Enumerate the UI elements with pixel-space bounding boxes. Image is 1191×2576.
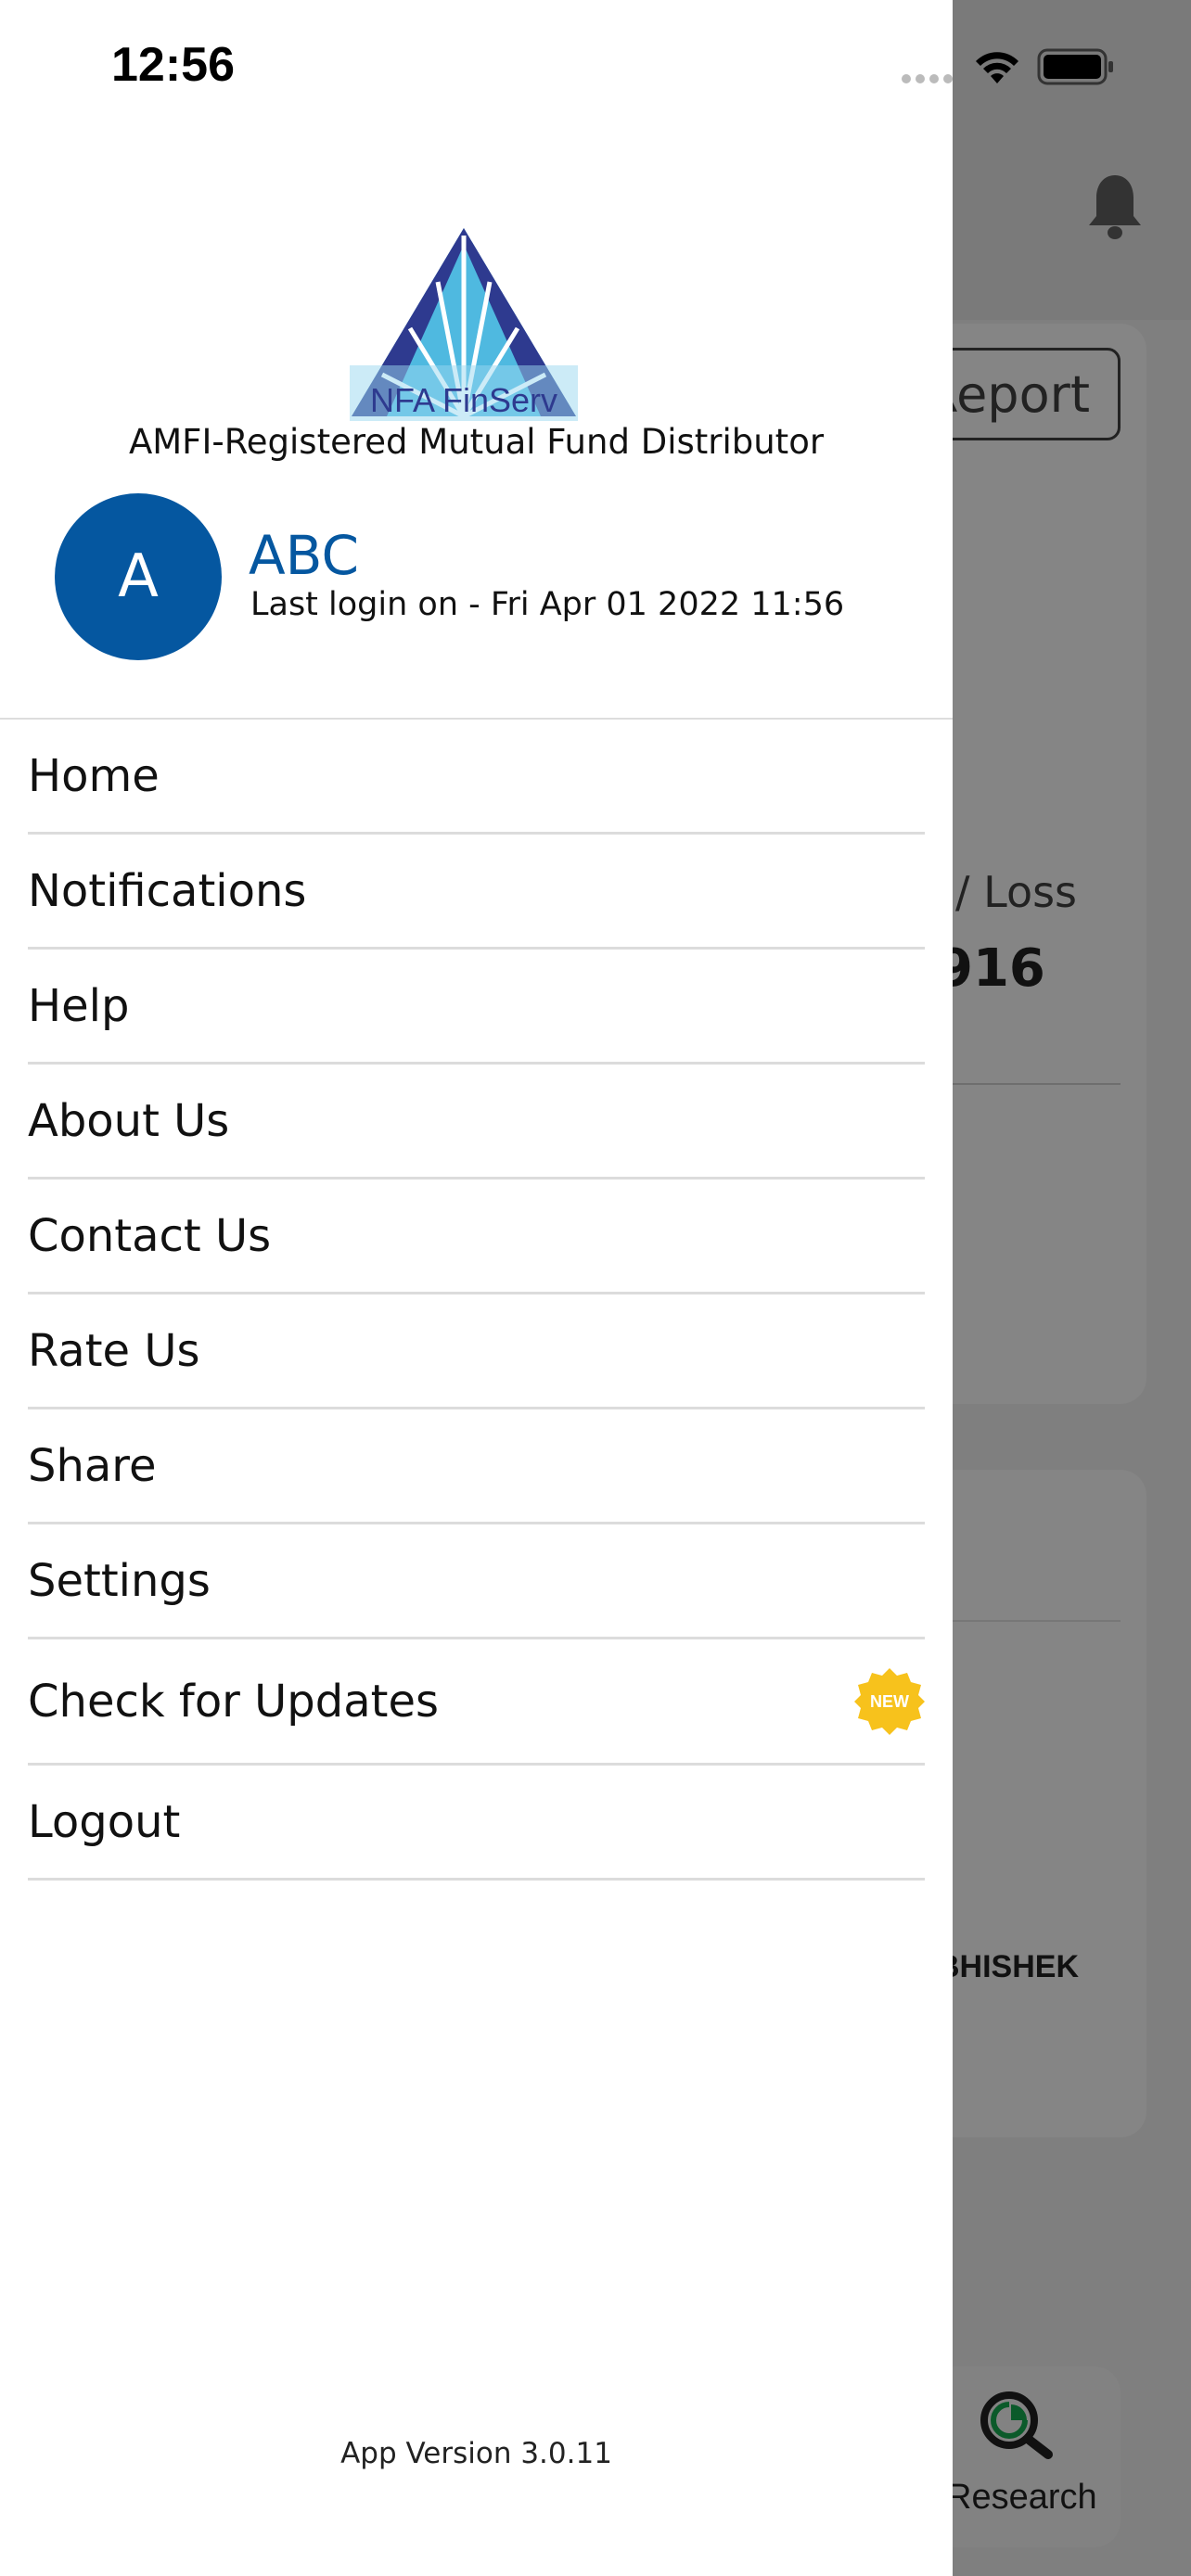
account-name: BHISHEK <box>937 1949 1080 1984</box>
profit-loss-value: 916 <box>937 938 1045 999</box>
menu-item-label: Check for Updates <box>28 1675 440 1728</box>
wifi-icon <box>976 52 1018 83</box>
logo-text: NFA FinServ <box>370 381 557 419</box>
side-drawer: 12:56 NFA FinServ AMFI-Registered Mutual… <box>0 0 953 2576</box>
menu-item-check-for-updates[interactable]: Check for Updates NEW <box>28 1639 925 1766</box>
research-tab-label: Research <box>946 2478 1097 2517</box>
menu-item-home[interactable]: Home <box>28 720 925 835</box>
research-magnifier-icon <box>980 2391 1053 2459</box>
menu-item-help[interactable]: Help <box>28 950 925 1065</box>
profit-loss-label: / Loss <box>955 867 1078 917</box>
menu-item-about-us[interactable]: About Us <box>28 1065 925 1180</box>
menu-item-logout[interactable]: Logout <box>28 1766 925 1881</box>
bell-icon[interactable] <box>1085 172 1145 246</box>
tagline: AMFI-Registered Mutual Fund Distributor <box>128 422 825 462</box>
menu-item-rate-us[interactable]: Rate Us <box>28 1294 925 1409</box>
menu-item-contact-us[interactable]: Contact Us <box>28 1180 925 1294</box>
user-name: ABC <box>249 524 359 587</box>
app-version: App Version 3.0.11 <box>340 2437 612 2470</box>
drawer-menu: Home Notifications Help About Us Contact… <box>0 718 953 1881</box>
svg-text:NEW: NEW <box>870 1692 909 1711</box>
menu-item-notifications[interactable]: Notifications <box>28 835 925 950</box>
signal-icon <box>902 74 955 83</box>
menu-item-settings[interactable]: Settings <box>28 1524 925 1639</box>
avatar[interactable]: A <box>55 493 222 660</box>
last-login: Last login on - Fri Apr 01 2022 11:56 <box>250 586 845 623</box>
nfa-finserv-logo: NFA FinServ <box>350 228 578 421</box>
status-time: 12:56 <box>111 38 235 92</box>
new-badge-icon: NEW <box>854 1667 925 1735</box>
menu-item-share[interactable]: Share <box>28 1409 925 1524</box>
battery-icon <box>1037 48 1113 85</box>
